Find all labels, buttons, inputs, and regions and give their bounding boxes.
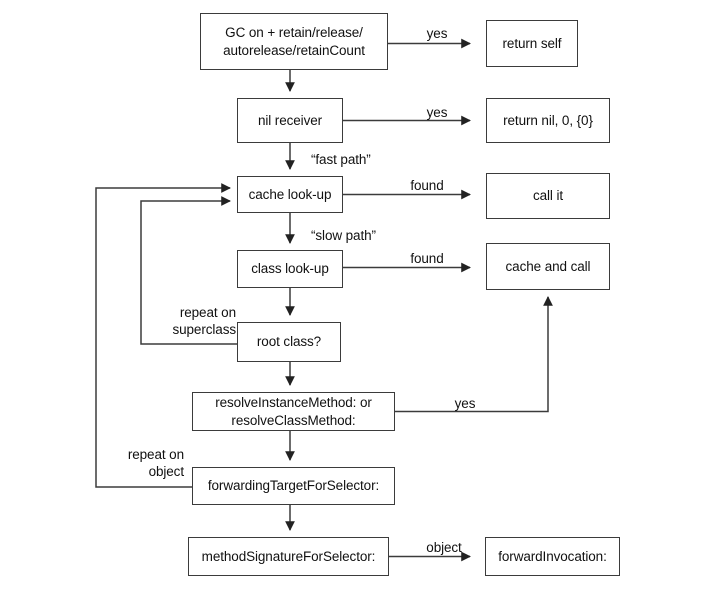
node-method-signature-label: methodSignatureForSelector:: [201, 548, 376, 564]
node-cache-and-call[interactable]: cache and call: [486, 243, 610, 290]
node-nil-receiver-label: nil receiver: [257, 112, 323, 128]
node-forward-invocation[interactable]: forwardInvocation:: [485, 537, 620, 576]
node-return-self[interactable]: return self: [486, 20, 578, 67]
edge-label-object-forward: object: [426, 540, 462, 555]
edge-label-fast-path: “fast path”: [311, 152, 371, 167]
node-cache-lookup-label: cache look-up: [248, 186, 332, 202]
node-root-class-label: root class?: [256, 334, 322, 350]
edge-label-repeat-on-superclass: repeat on superclass: [172, 305, 236, 337]
node-cache-lookup[interactable]: cache look-up: [237, 176, 343, 213]
edge-label-yes-resolve: yes: [454, 396, 476, 411]
node-gc-on[interactable]: GC on + retain/release/ autorelease/reta…: [200, 13, 388, 70]
flowchart-canvas: GC on + retain/release/ autorelease/reta…: [0, 0, 720, 610]
node-class-lookup-label: class look-up: [251, 261, 329, 277]
edge-label-repeat-on-object: repeat on object: [127, 447, 184, 479]
node-root-class[interactable]: root class?: [237, 322, 341, 362]
node-call-it[interactable]: call it: [486, 173, 610, 219]
node-forwarding-target[interactable]: forwardingTargetForSelector:: [192, 467, 395, 505]
node-cache-and-call-label: cache and call: [505, 258, 591, 274]
node-forward-invocation-label: forwardInvocation:: [498, 548, 607, 564]
node-resolve-method-label: resolveInstanceMethod: or resolveClassMe…: [215, 395, 372, 428]
node-return-self-label: return self: [502, 35, 562, 51]
edge-label-yes-gc: yes: [426, 26, 448, 41]
node-call-it-label: call it: [532, 188, 564, 204]
flowchart-connectors: [95, 38, 553, 562]
node-forwarding-target-label: forwardingTargetForSelector:: [207, 478, 380, 494]
node-gc-on-label: GC on + retain/release/ autorelease/reta…: [223, 25, 365, 58]
edge-label-found-class: found: [410, 251, 444, 266]
edge-resolve-to-cache-and-call: [395, 296, 553, 413]
node-return-nil-label: return nil, 0, {0}: [503, 112, 593, 128]
node-method-signature[interactable]: methodSignatureForSelector:: [188, 537, 389, 576]
node-class-lookup[interactable]: class look-up: [237, 250, 343, 288]
edge-label-yes-nil: yes: [426, 105, 448, 120]
edge-label-found-cache: found: [410, 178, 444, 193]
node-resolve-method[interactable]: resolveInstanceMethod: or resolveClassMe…: [192, 392, 395, 431]
node-return-nil[interactable]: return nil, 0, {0}: [486, 98, 610, 143]
edge-label-slow-path: “slow path”: [311, 228, 376, 243]
node-nil-receiver[interactable]: nil receiver: [237, 98, 343, 143]
